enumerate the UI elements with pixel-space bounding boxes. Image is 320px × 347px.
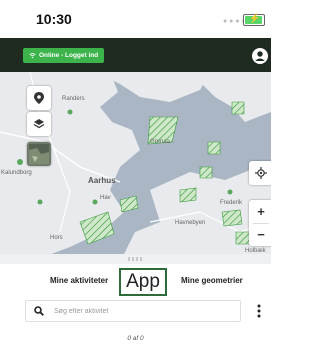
status-time: 10:30 — [36, 11, 72, 27]
app-header: Online - Logget ind — [0, 38, 271, 72]
bottom-sheet-handle[interactable] — [0, 254, 271, 264]
tab-my-activities[interactable]: Mine aktiviteter — [50, 276, 108, 285]
search-input[interactable] — [54, 304, 234, 318]
search-box[interactable] — [25, 300, 241, 322]
battery-charging-icon: ⚡ — [243, 13, 265, 26]
search-icon — [34, 306, 44, 316]
layers-button[interactable] — [27, 112, 51, 136]
online-status-badge[interactable]: Online - Logget ind — [23, 48, 105, 63]
map-label-horsens: Hors — [50, 235, 63, 241]
layers-icon — [33, 119, 45, 129]
avatar-icon[interactable] — [252, 48, 268, 64]
map-label-kalundborg: Kalundborg — [1, 170, 32, 176]
wifi-icon — [29, 52, 36, 59]
drag-handle-icon — [128, 257, 142, 261]
map-view[interactable]: Randers Grenaa Kalundborg Aarhus Hors Ha… — [0, 72, 271, 262]
online-status-label: Online - Logget ind — [39, 52, 99, 59]
tab-my-geometries[interactable]: Mine geometrier — [181, 276, 243, 285]
map-label-frederikssund: Frederik — [220, 200, 243, 206]
satellite-thumbnail[interactable] — [27, 142, 51, 166]
zoom-controls: + − — [249, 200, 271, 246]
locate-me-icon — [255, 167, 267, 179]
status-bar: 10:30 ● ● ● ● ⚡ — [0, 0, 271, 38]
map-label-havnebyen: Havnebyen — [175, 220, 206, 226]
satellite-thumbnail-image — [29, 144, 49, 164]
zoom-out-button[interactable]: − — [249, 223, 271, 246]
more-options-icon[interactable] — [256, 303, 262, 319]
map-label-hav: Hav — [100, 195, 111, 201]
map-label-aarhus: Aarhus — [88, 176, 116, 185]
result-count: 0 af 0 — [127, 335, 144, 342]
map-label-randers: Randers — [62, 96, 85, 102]
app-overlay-label: App — [119, 268, 167, 296]
locate-me-button[interactable] — [249, 161, 271, 185]
map-label-grenaa: Grenaa — [150, 139, 171, 145]
location-pin-icon — [34, 92, 44, 104]
location-pin-button[interactable] — [27, 86, 51, 110]
zoom-in-button[interactable]: + — [249, 200, 271, 223]
